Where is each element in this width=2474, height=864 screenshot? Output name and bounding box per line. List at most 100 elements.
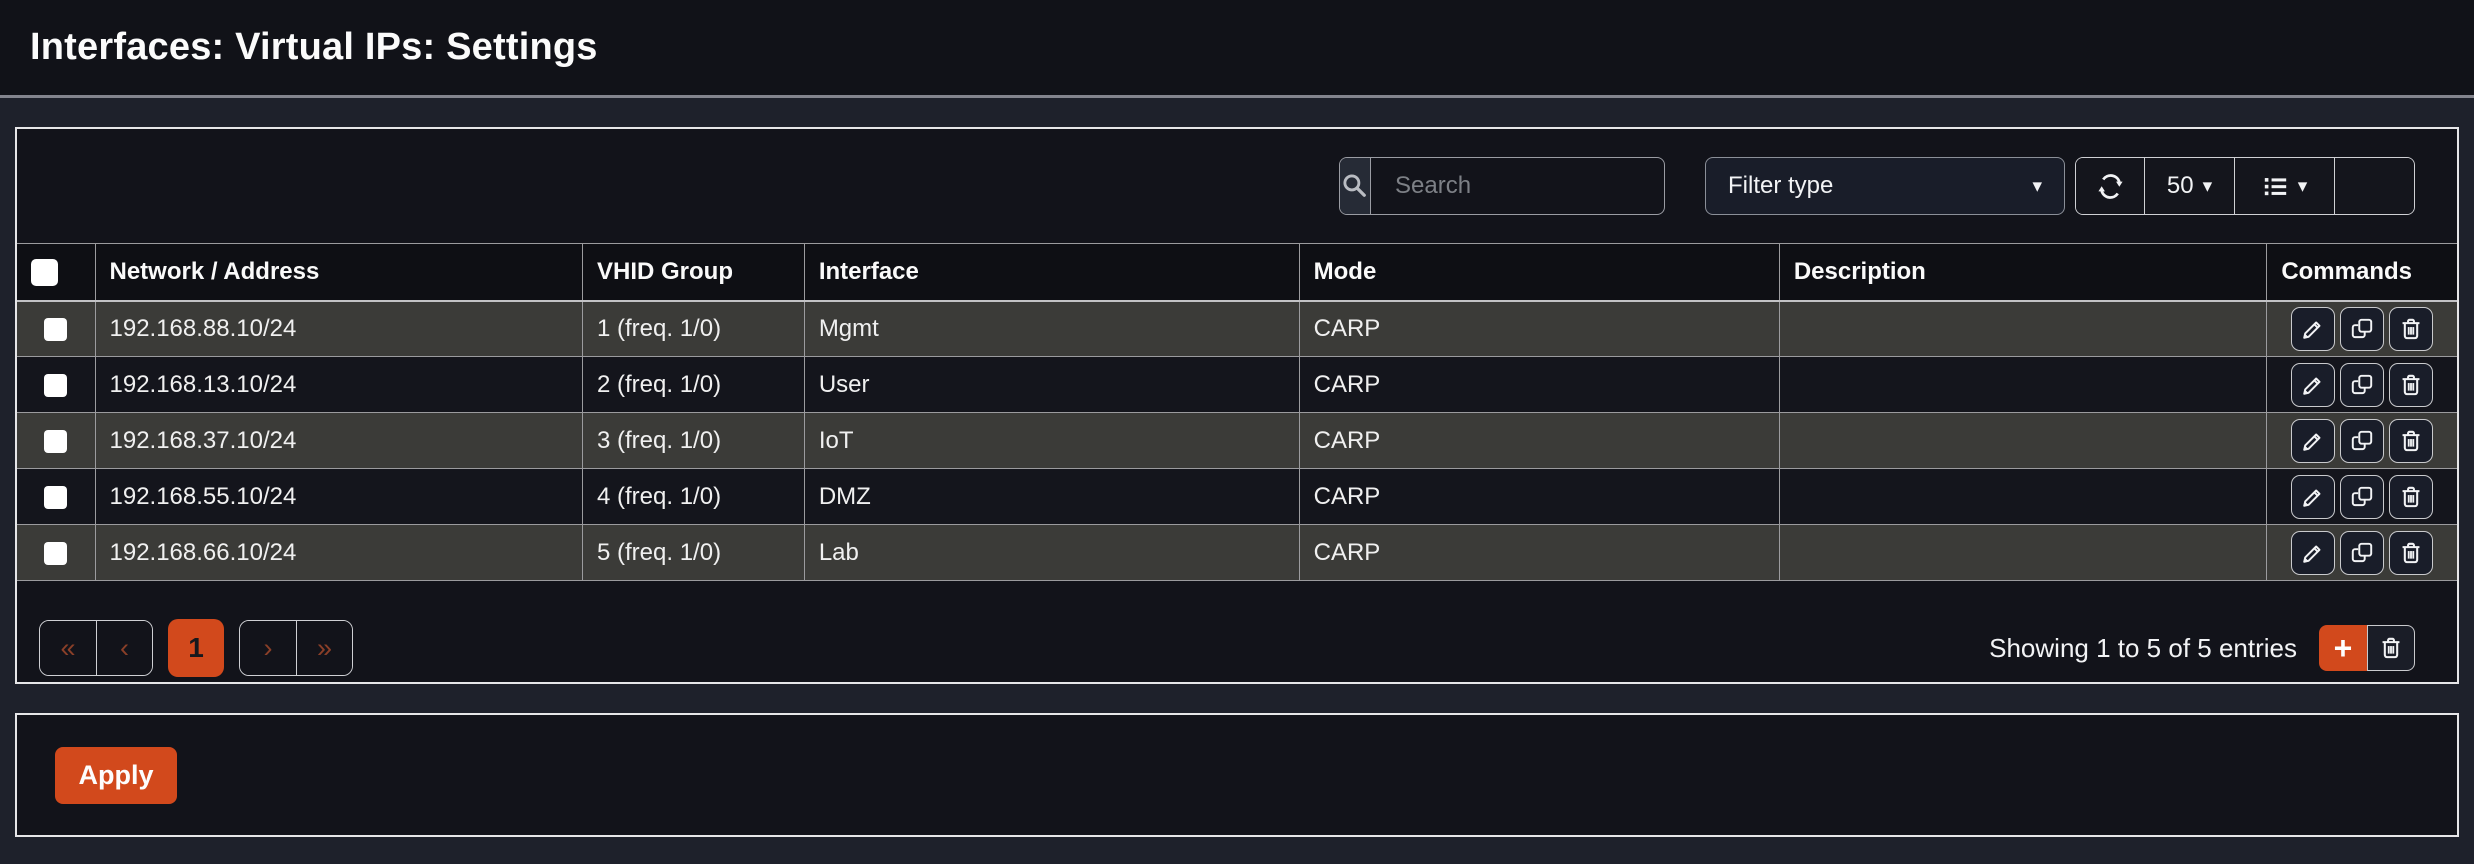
next-page-button[interactable]: ›: [240, 621, 296, 675]
virtual-ips-table: Network / Address VHID Group Interface M…: [17, 243, 2457, 581]
row-checkbox[interactable]: [44, 430, 67, 453]
trash-icon: [2398, 484, 2424, 510]
cell-mode: CARP: [1299, 525, 1779, 581]
clone-button[interactable]: [2340, 419, 2384, 463]
last-page-button[interactable]: »: [296, 621, 352, 675]
cell-vhid: 2 (freq. 1/0): [583, 357, 805, 413]
trash-icon: [2398, 372, 2424, 398]
cell-mode: CARP: [1299, 413, 1779, 469]
cell-mode: CARP: [1299, 469, 1779, 525]
apply-panel: Apply: [15, 713, 2459, 837]
edit-button[interactable]: [2291, 307, 2335, 351]
filter-type-select[interactable]: Filter type ▾: [1705, 157, 2065, 215]
refresh-icon: [2096, 172, 2125, 201]
table-row: 192.168.88.10/24 1 (freq. 1/0) Mgmt CARP: [17, 301, 2457, 357]
clone-button[interactable]: [2340, 363, 2384, 407]
delete-button[interactable]: [2389, 475, 2433, 519]
page-1-button[interactable]: 1: [168, 619, 224, 677]
edit-button[interactable]: [2291, 475, 2335, 519]
cell-interface: User: [804, 357, 1299, 413]
clone-button[interactable]: [2340, 307, 2384, 351]
delete-button[interactable]: [2389, 363, 2433, 407]
cell-description: [1779, 357, 2267, 413]
column-header-network[interactable]: Network / Address: [95, 244, 583, 301]
cell-vhid: 4 (freq. 1/0): [583, 469, 805, 525]
search-addon: [1340, 158, 1371, 214]
page-title: Interfaces: Virtual IPs: Settings: [30, 26, 598, 69]
chevron-down-icon: ▾: [2032, 177, 2042, 196]
blank-toolbar-button[interactable]: [2334, 158, 2414, 214]
row-checkbox[interactable]: [44, 374, 67, 397]
refresh-button[interactable]: [2076, 158, 2144, 214]
table-row: 192.168.37.10/24 3 (freq. 1/0) IoT CARP: [17, 413, 2457, 469]
delete-button[interactable]: [2389, 307, 2433, 351]
row-checkbox[interactable]: [44, 486, 67, 509]
row-checkbox[interactable]: [44, 542, 67, 565]
pagination-forward-group: › »: [239, 620, 353, 676]
trash-icon: [2378, 635, 2404, 661]
column-header-mode[interactable]: Mode: [1299, 244, 1779, 301]
clone-icon: [2349, 428, 2375, 454]
pencil-icon: [2300, 316, 2326, 342]
cell-interface: DMZ: [804, 469, 1299, 525]
column-header-commands: Commands: [2267, 244, 2457, 301]
cell-network: 192.168.66.10/24: [95, 525, 583, 581]
clone-icon: [2349, 316, 2375, 342]
grid-actions-group: 50 ▾ ▾: [2075, 157, 2415, 215]
row-checkbox[interactable]: [44, 318, 67, 341]
grid-footer: « ‹ 1 › » Showing 1 to 5 of 5 entries +: [17, 619, 2457, 677]
chevron-down-icon: ▾: [2203, 177, 2213, 196]
footer-right: Showing 1 to 5 of 5 entries +: [1989, 625, 2415, 671]
clone-icon: [2349, 484, 2375, 510]
clone-icon: [2349, 372, 2375, 398]
trash-icon: [2398, 428, 2424, 454]
select-all-checkbox[interactable]: [31, 259, 58, 286]
first-page-button[interactable]: «: [40, 621, 96, 675]
cell-vhid: 3 (freq. 1/0): [583, 413, 805, 469]
column-header-interface[interactable]: Interface: [804, 244, 1299, 301]
previous-page-button[interactable]: ‹: [96, 621, 152, 675]
table-header-row: Network / Address VHID Group Interface M…: [17, 244, 2457, 301]
cell-mode: CARP: [1299, 357, 1779, 413]
cell-vhid: 1 (freq. 1/0): [583, 301, 805, 357]
trash-icon: [2398, 540, 2424, 566]
add-remove-group: +: [2319, 625, 2415, 671]
cell-vhid: 5 (freq. 1/0): [583, 525, 805, 581]
pencil-icon: [2300, 428, 2326, 454]
cell-description: [1779, 301, 2267, 357]
cell-interface: Lab: [804, 525, 1299, 581]
delete-button[interactable]: [2389, 419, 2433, 463]
page-size-dropdown[interactable]: 50 ▾: [2144, 158, 2234, 214]
table-row: 192.168.13.10/24 2 (freq. 1/0) User CARP: [17, 357, 2457, 413]
delete-button[interactable]: [2389, 531, 2433, 575]
pencil-icon: [2300, 484, 2326, 510]
apply-button[interactable]: Apply: [55, 747, 177, 804]
column-selection-dropdown[interactable]: ▾: [2234, 158, 2334, 214]
clone-button[interactable]: [2340, 531, 2384, 575]
edit-button[interactable]: [2291, 363, 2335, 407]
table-row: 192.168.66.10/24 5 (freq. 1/0) Lab CARP: [17, 525, 2457, 581]
cell-interface: Mgmt: [804, 301, 1299, 357]
table-row: 192.168.55.10/24 4 (freq. 1/0) DMZ CARP: [17, 469, 2457, 525]
cell-description: [1779, 469, 2267, 525]
cell-network: 192.168.55.10/24: [95, 469, 583, 525]
cell-description: [1779, 525, 2267, 581]
showing-entries-text: Showing 1 to 5 of 5 entries: [1989, 633, 2297, 664]
clone-button[interactable]: [2340, 475, 2384, 519]
search-input[interactable]: [1371, 158, 1665, 214]
cell-network: 192.168.37.10/24: [95, 413, 583, 469]
edit-button[interactable]: [2291, 419, 2335, 463]
page-header: Interfaces: Virtual IPs: Settings: [0, 0, 2474, 98]
cell-network: 192.168.13.10/24: [95, 357, 583, 413]
column-header-description[interactable]: Description: [1779, 244, 2267, 301]
pencil-icon: [2300, 540, 2326, 566]
cell-mode: CARP: [1299, 301, 1779, 357]
search-icon: [1340, 171, 1370, 201]
pagination: « ‹ 1 › »: [39, 619, 353, 677]
column-header-vhid[interactable]: VHID Group: [583, 244, 805, 301]
edit-button[interactable]: [2291, 531, 2335, 575]
search-group: [1339, 157, 1665, 215]
add-button[interactable]: +: [2319, 625, 2367, 671]
delete-selected-button[interactable]: [2367, 625, 2415, 671]
cell-description: [1779, 413, 2267, 469]
